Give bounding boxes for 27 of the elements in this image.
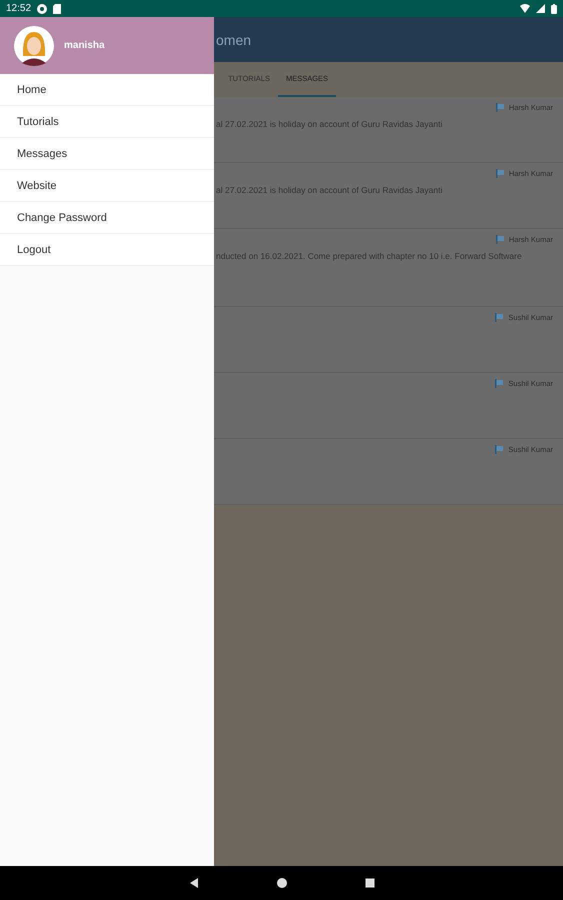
back-icon[interactable] xyxy=(188,877,200,889)
message-text: al 27.02.2021 is holiday on account of Guru Ravidas Jayanti xyxy=(216,185,444,195)
drawer-item[interactable]: Change Password xyxy=(0,202,214,234)
flag-icon xyxy=(495,379,504,388)
flag-icon xyxy=(495,445,504,454)
drawer-item[interactable]: Website xyxy=(0,170,214,202)
status-time: 12:52 xyxy=(6,3,32,14)
drawer-item[interactable]: Home xyxy=(0,74,214,106)
recents-icon[interactable] xyxy=(364,877,376,889)
home-icon[interactable] xyxy=(276,877,288,889)
drawer-item[interactable]: Tutorials xyxy=(0,106,214,138)
user-name: manisha xyxy=(64,40,105,51)
notification-icon xyxy=(37,4,48,14)
message-text: nducted on 16.02.2021. Come prepared with chapter no 10 i.e. Forward Software xyxy=(216,251,523,261)
app-title: omen xyxy=(216,32,252,48)
signal-icon xyxy=(536,4,545,13)
sd-card-icon xyxy=(53,4,62,14)
drawer-item[interactable]: Messages xyxy=(0,138,214,170)
drawer-item[interactable]: Logout xyxy=(0,234,214,266)
flag-icon xyxy=(496,103,505,112)
flag-icon xyxy=(495,313,504,322)
battery-icon xyxy=(551,4,557,14)
wifi-icon xyxy=(520,4,530,13)
flag-icon xyxy=(496,169,505,178)
flag-icon xyxy=(496,235,505,244)
avatar-icon xyxy=(14,26,54,66)
message-text: al 27.02.2021 is holiday on account of Guru Ravidas Jayanti xyxy=(216,119,444,129)
